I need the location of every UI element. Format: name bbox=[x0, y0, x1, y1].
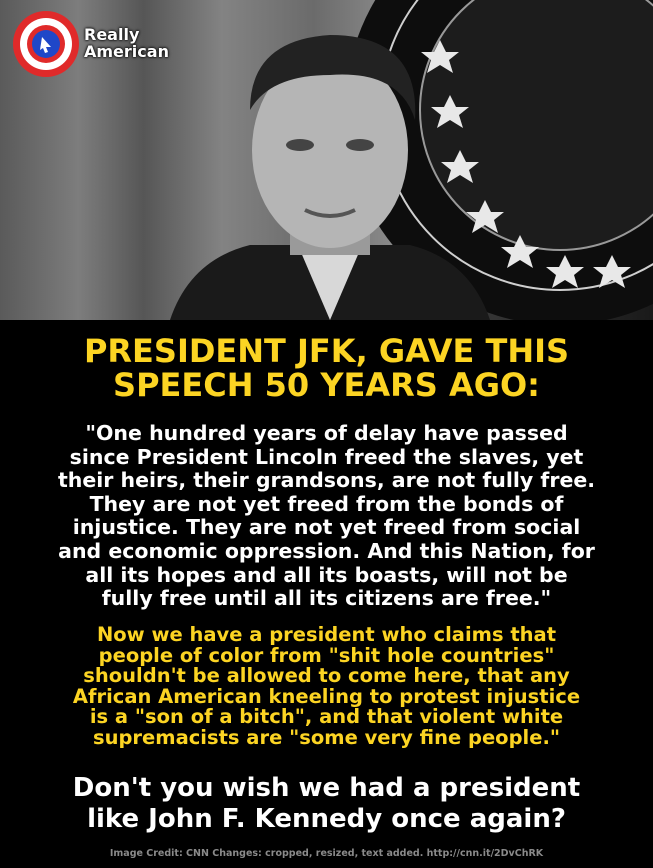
brand-name: Really American bbox=[84, 26, 169, 60]
closing-line: Don't you wish we had a president bbox=[72, 773, 581, 803]
quote-line: "One hundred years of delay have passed bbox=[85, 421, 568, 445]
current-line: shouldn't be allowed to come here, that … bbox=[83, 664, 570, 687]
current-president-text: Now we have a president who claims that … bbox=[10, 623, 643, 749]
brand-line-2: American bbox=[84, 42, 169, 61]
quote-line: since President Lincoln freed the slaves… bbox=[69, 444, 584, 469]
closing-line: like John F. Kennedy once again? bbox=[87, 804, 566, 834]
headline-line: SPEECH 50 YEARS AGO: bbox=[113, 366, 540, 404]
jfk-quote: "One hundred years of delay have passed … bbox=[10, 421, 643, 611]
quote-line: and economic oppression. And this Nation… bbox=[58, 538, 595, 563]
quote-line: all its hopes and all its boasts, will n… bbox=[85, 562, 568, 587]
quote-line: injustice. They are not yet freed from s… bbox=[72, 515, 581, 540]
current-line: Now we have a president who claims that bbox=[96, 623, 557, 646]
really-american-logo bbox=[13, 11, 79, 77]
closing-question: Don't you wish we had a president like J… bbox=[0, 773, 653, 835]
current-line: is a "son of a bitch", and that violent … bbox=[89, 705, 564, 728]
headline: PRESIDENT JFK, GAVE THIS SPEECH 50 YEARS… bbox=[0, 334, 653, 402]
headline-line: PRESIDENT JFK, GAVE THIS bbox=[83, 332, 570, 370]
image-credit: Image Credit: CNN Changes: cropped, resi… bbox=[109, 848, 544, 859]
current-line: African American kneeling to protest inj… bbox=[72, 684, 581, 708]
brand-line-1: Really bbox=[84, 25, 140, 44]
quote-line: their heirs, their grandsons, are not fu… bbox=[57, 468, 596, 493]
quote-line: They are not yet freed from the bonds of bbox=[89, 491, 564, 516]
current-line: supremacists are "some very fine people.… bbox=[92, 725, 561, 749]
current-line: people of color from "shit hole countrie… bbox=[98, 643, 555, 667]
quote-line: fully free until all its citizens are fr… bbox=[101, 586, 552, 611]
